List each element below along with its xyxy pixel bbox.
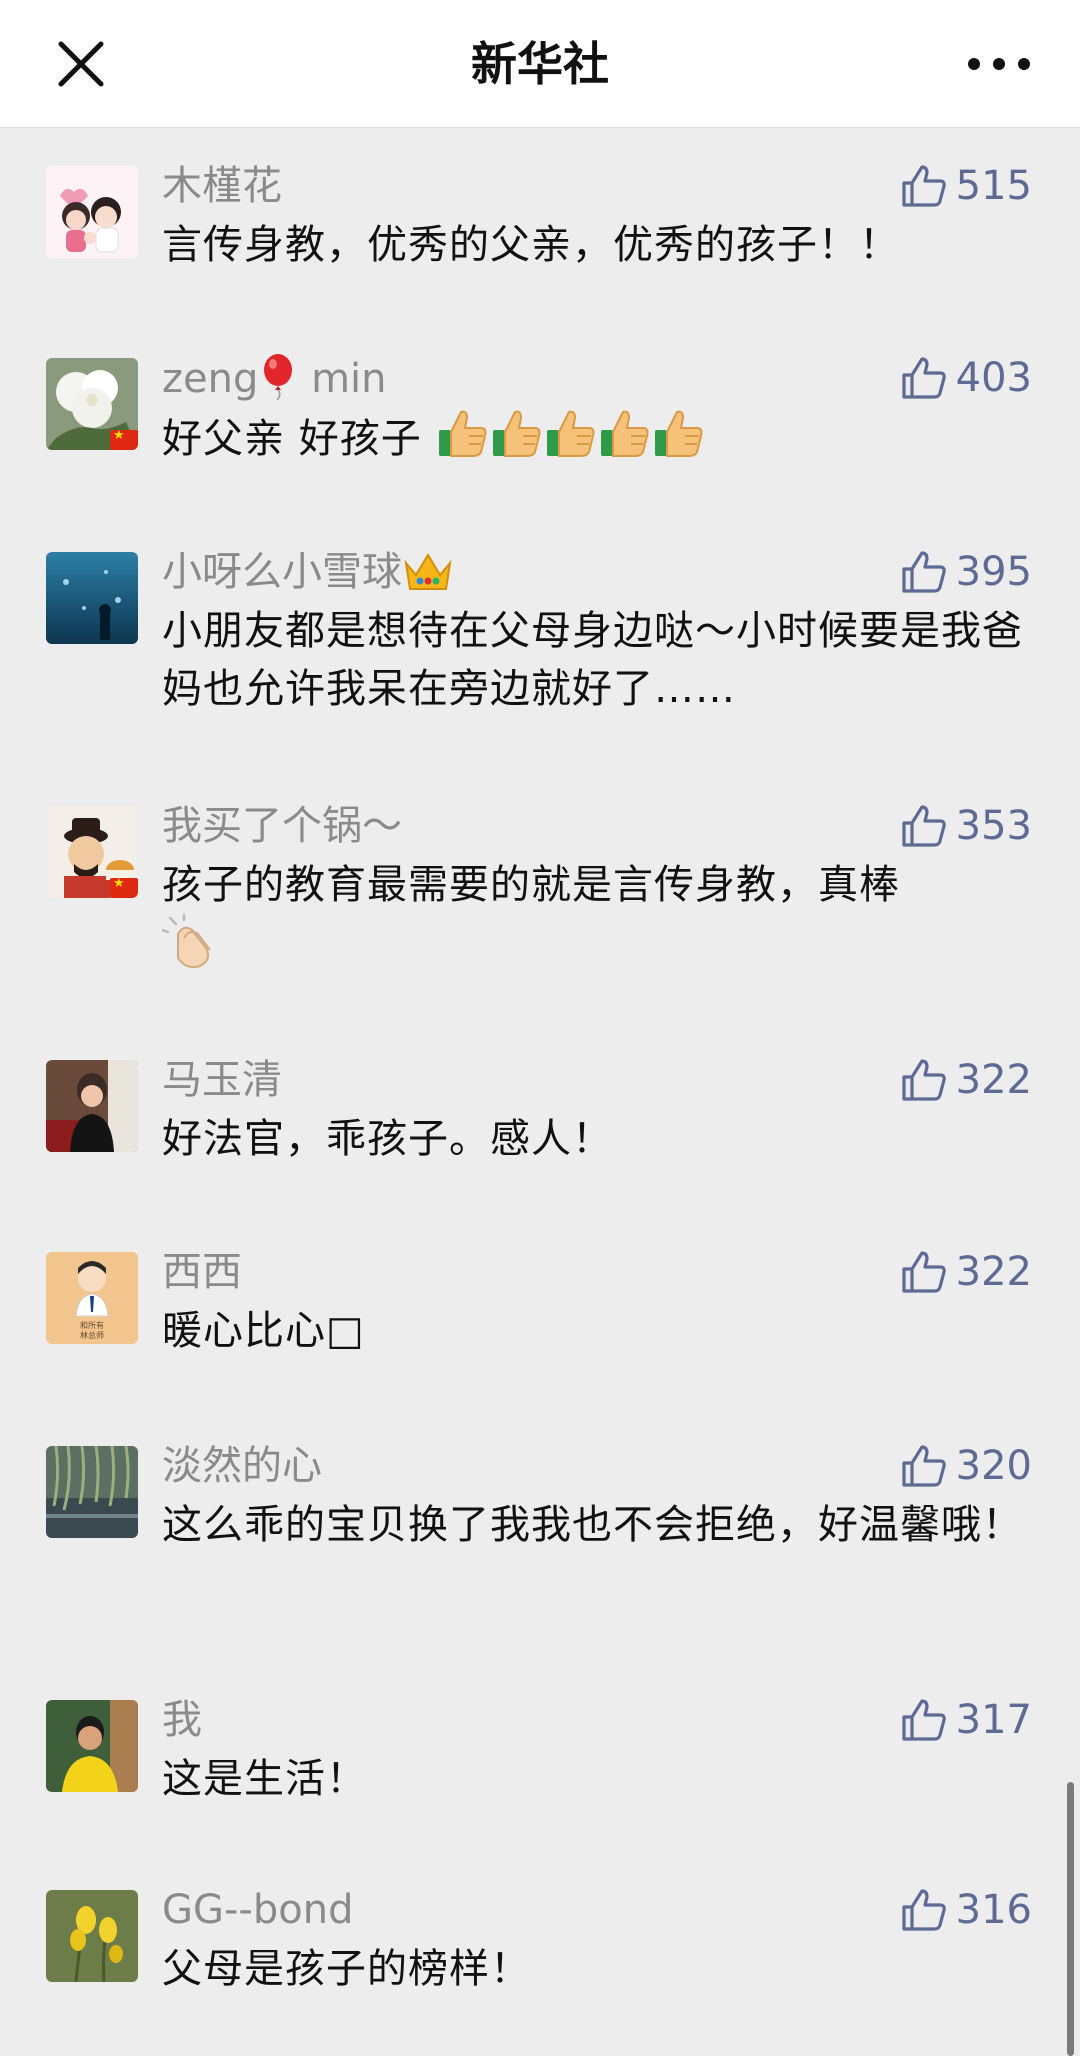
like-button[interactable]: 317 [900, 1694, 1032, 1746]
more-dots-icon[interactable] [964, 40, 1034, 88]
thumbs-up-outline-icon [902, 165, 946, 207]
like-button[interactable]: 316 [900, 1884, 1032, 1936]
comment-item: 木槿花 515 言传身教，优秀的父亲，优秀的孩子！！ [0, 128, 1080, 320]
comment-nickname: zeng min [162, 352, 387, 405]
comment-nickname: 木槿花 [162, 163, 282, 209]
thumbs-up-outline-icon [902, 1251, 946, 1293]
thumbs-up-emoji [547, 410, 595, 457]
comment-nickname: 小呀么小雪球 [162, 546, 454, 598]
comment-text: 这么乖的宝贝换了我我也不会拒绝，好温馨哦！ [162, 1502, 1023, 1548]
thumbs-up-outline-icon [902, 1445, 946, 1487]
comment-text-content: 孩子的教育最需要的就是言传身教，真棒 [162, 862, 900, 908]
comment-nickname: GG--bond [162, 1887, 354, 1933]
comment-text: 这是生活！ [162, 1756, 367, 1802]
page-title: 新华社 [471, 37, 609, 91]
comment-item: 淡然的心 320 这么乖的宝贝换了我我也不会拒绝，好温馨哦！ [0, 1408, 1080, 1664]
comment-item: zeng min 403 好父亲 好孩子 [0, 320, 1080, 514]
avatar[interactable] [46, 1700, 138, 1792]
thumbs-up-outline-icon [902, 805, 946, 847]
thumbs-up-emoji-row [435, 410, 705, 462]
nickname-part: 小呀么小雪球 [162, 549, 402, 595]
comment-text-content: 好父亲 好孩子 [162, 416, 436, 462]
avatar[interactable] [46, 166, 138, 258]
thumbs-up-outline-icon [902, 1059, 946, 1101]
like-count: 317 [955, 1697, 1032, 1743]
avatar[interactable] [46, 806, 138, 898]
comment-text: 孩子的教育最需要的就是言传身教，真棒 [162, 856, 1042, 976]
nickname-part: min [311, 356, 387, 402]
top-bar: 新华社 [0, 0, 1080, 128]
like-count: 515 [955, 163, 1032, 209]
comment-item: 我买了个锅～ 353 孩子的教育最需要的就是言传身教，真棒 [0, 768, 1080, 1022]
china-flag-icon [110, 876, 138, 898]
svg-text:林总师: 林总师 [80, 1330, 104, 1340]
crown-emoji [404, 553, 452, 590]
like-count: 353 [955, 803, 1032, 849]
comment-item: 小呀么小雪球 395 小朋友都是想待在父母身边哒～小时候要是我爸妈也允许我呆在旁… [0, 514, 1080, 768]
comment-item: GG--bond 316 父母是孩子的榜样！ [0, 1854, 1080, 2054]
comment-item: 马玉清 322 好法官，乖孩子。感人！ [0, 1022, 1080, 1214]
comment-nickname: 淡然的心 [162, 1443, 322, 1489]
thumbs-up-emoji [601, 410, 649, 457]
like-button[interactable]: 322 [900, 1054, 1032, 1106]
thumbs-up-outline-icon [902, 357, 946, 399]
comment-nickname: 我 [162, 1697, 202, 1743]
balloon-emoji [264, 354, 293, 400]
comment-text: 小朋友都是想待在父母身边哒～小时候要是我爸妈也允许我呆在旁边就好了…… [162, 608, 1023, 712]
comment-nickname: 西西 [162, 1249, 242, 1295]
comment-item: 和所有 林总师 西西 322 暖心比心□ [0, 1214, 1080, 1408]
like-count: 322 [955, 1057, 1032, 1103]
comment-text: 言传身教，优秀的父亲，优秀的孩子！！ [162, 222, 900, 268]
like-count: 320 [955, 1443, 1032, 1489]
thumbs-up-emoji [493, 410, 541, 457]
comment-text: 好父亲 好孩子 [162, 406, 1042, 468]
comment-nickname: 我买了个锅～ [162, 803, 402, 849]
thumbs-up-outline-icon [902, 1889, 946, 1931]
scrollbar[interactable] [1067, 1782, 1074, 2056]
thumbs-up-outline-icon [902, 551, 946, 593]
comment-text: 暖心比心□ [162, 1308, 365, 1354]
like-count: 403 [955, 355, 1032, 401]
comment-item: 我 317 这是生活！ [0, 1664, 1080, 1854]
thumbs-up-outline-icon [902, 1699, 946, 1741]
nickname-part: zeng [162, 356, 259, 402]
thumbs-up-emoji [655, 410, 703, 457]
avatar[interactable]: 和所有 林总师 [46, 1252, 138, 1344]
like-button[interactable]: 322 [900, 1246, 1032, 1298]
like-button[interactable]: 353 [900, 800, 1032, 852]
avatar[interactable] [46, 1446, 138, 1538]
like-button[interactable]: 515 [900, 160, 1032, 212]
like-count: 316 [955, 1887, 1032, 1933]
comment-text: 好法官，乖孩子。感人！ [162, 1116, 613, 1162]
like-count: 395 [955, 549, 1032, 595]
svg-text:和所有: 和所有 [80, 1320, 104, 1330]
comment-text: 父母是孩子的榜样！ [162, 1946, 531, 1992]
comment-nickname: 马玉清 [162, 1057, 282, 1103]
comment-list: 木槿花 515 言传身教，优秀的父亲，优秀的孩子！！ zeng min 403 [0, 128, 1080, 2054]
avatar[interactable] [46, 1890, 138, 1982]
avatar[interactable] [46, 358, 138, 450]
clapping-hands-emoji [162, 914, 211, 968]
avatar[interactable] [46, 552, 138, 644]
like-button[interactable]: 403 [900, 352, 1032, 404]
thumbs-up-emoji [439, 410, 487, 457]
avatar[interactable] [46, 1060, 138, 1152]
like-button[interactable]: 320 [900, 1440, 1032, 1492]
china-flag-icon [110, 428, 138, 450]
like-button[interactable]: 395 [900, 546, 1032, 598]
like-count: 322 [955, 1249, 1032, 1295]
